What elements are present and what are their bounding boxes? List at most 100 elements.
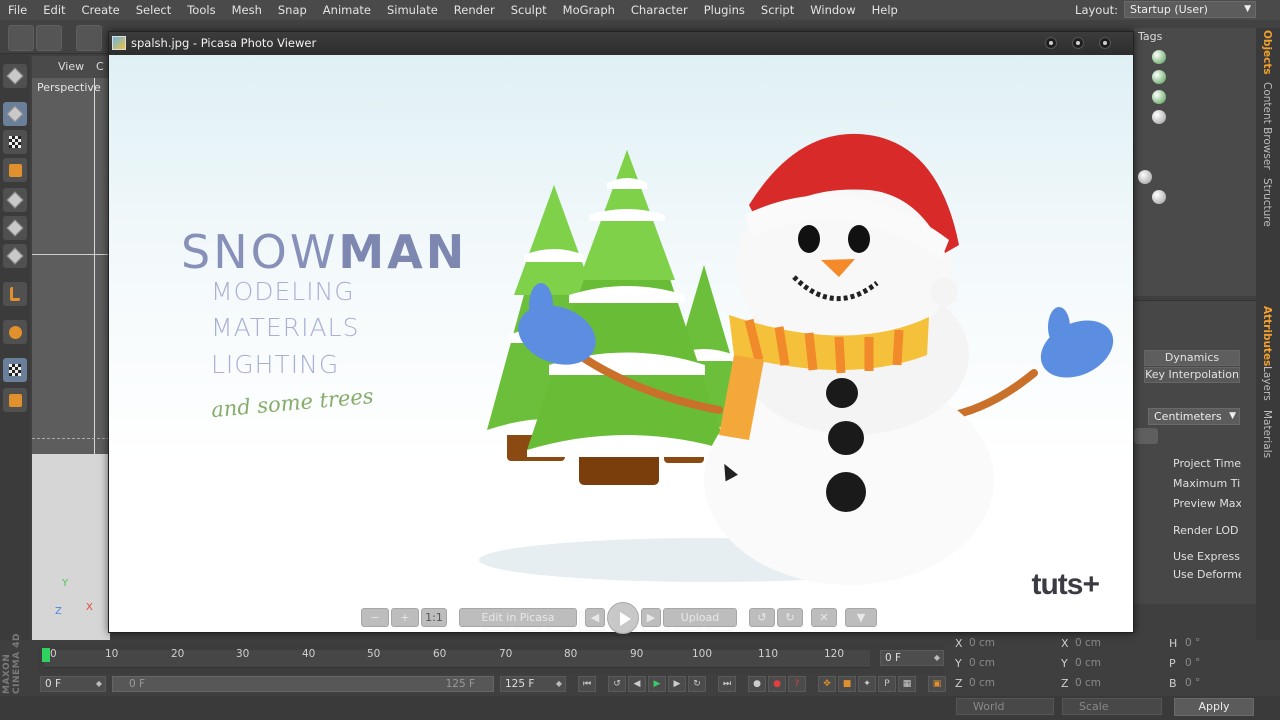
menu-snap[interactable]: Snap bbox=[270, 3, 315, 17]
magnet-button[interactable] bbox=[3, 320, 27, 344]
tab-structure[interactable]: Structure bbox=[1261, 178, 1273, 227]
menu-tools[interactable]: Tools bbox=[179, 3, 223, 17]
apply-button[interactable]: Apply bbox=[1174, 698, 1254, 716]
tags-menu[interactable]: Tags bbox=[1138, 30, 1162, 43]
units-select[interactable]: Centimeters ▼ bbox=[1148, 408, 1240, 425]
menu-script[interactable]: Script bbox=[753, 3, 802, 17]
previous-image-button[interactable]: ◀ bbox=[585, 608, 605, 627]
end-frame-field[interactable]: 125 F ◆ bbox=[500, 676, 566, 692]
tab-objects[interactable]: Objects bbox=[1261, 30, 1273, 75]
keyframe-selection-button[interactable]: ? bbox=[788, 676, 806, 692]
object-row[interactable] bbox=[1138, 108, 1248, 126]
menu-create[interactable]: Create bbox=[74, 3, 128, 17]
menu-mograph[interactable]: MoGraph bbox=[555, 3, 623, 17]
polygons-mode-button[interactable] bbox=[3, 244, 27, 268]
viewport-view-menu[interactable]: View bbox=[58, 60, 84, 73]
photo-canvas[interactable]: SNOWMAN MODELING MATERIALS LIGHTING and … bbox=[109, 55, 1133, 632]
next-image-button[interactable]: ▶ bbox=[641, 608, 661, 627]
perspective-viewport[interactable]: Perspective bbox=[32, 78, 110, 640]
menu-plugins[interactable]: Plugins bbox=[696, 3, 753, 17]
menu-select[interactable]: Select bbox=[128, 3, 179, 17]
previous-frame-button[interactable]: ◀ bbox=[628, 676, 646, 692]
rotation-key-button[interactable]: ✦ bbox=[858, 676, 876, 692]
coord-value[interactable]: 0 cm bbox=[969, 637, 995, 649]
menu-simulate[interactable]: Simulate bbox=[379, 3, 446, 17]
points-mode-button[interactable] bbox=[3, 188, 27, 212]
tab-layers[interactable]: Layers bbox=[1261, 366, 1273, 401]
menu-help[interactable]: Help bbox=[864, 3, 906, 17]
menu-animate[interactable]: Animate bbox=[315, 3, 379, 17]
tab-attributes[interactable]: Attributes bbox=[1261, 306, 1273, 366]
current-frame-field[interactable]: 0 F ◆ bbox=[880, 650, 944, 666]
select-tool-button[interactable] bbox=[76, 25, 102, 51]
object-row[interactable] bbox=[1138, 188, 1248, 206]
model-mode-button[interactable] bbox=[3, 64, 27, 88]
pla-key-button[interactable]: ▦ bbox=[898, 676, 916, 692]
edit-in-picasa-button[interactable]: Edit in Picasa bbox=[459, 608, 577, 627]
menu-edit[interactable]: Edit bbox=[35, 3, 73, 17]
go-to-end-button[interactable]: ⏭ bbox=[718, 676, 736, 692]
object-row[interactable] bbox=[1138, 68, 1248, 86]
coord-value[interactable]: 0 cm bbox=[1075, 657, 1101, 669]
timeline-playhead[interactable] bbox=[42, 648, 50, 662]
workplane-grid-button[interactable] bbox=[3, 358, 27, 382]
axis-mode-button[interactable] bbox=[3, 282, 27, 306]
fps-field[interactable] bbox=[1134, 428, 1158, 444]
more-options-button[interactable]: ▼ bbox=[845, 608, 877, 627]
layout-select[interactable]: Startup (User) ▼ bbox=[1124, 1, 1256, 18]
object-row[interactable] bbox=[1138, 88, 1248, 106]
coord-value[interactable]: 0 ° bbox=[1185, 677, 1200, 689]
dynamics-tab[interactable]: Dynamics bbox=[1144, 350, 1240, 366]
key-interpolation-tab[interactable]: Key Interpolation bbox=[1144, 367, 1240, 383]
coord-value[interactable]: 0 ° bbox=[1185, 657, 1200, 669]
previous-key-button[interactable]: ↺ bbox=[608, 676, 626, 692]
frame-range-slider[interactable]: 0 F 125 F bbox=[112, 676, 494, 692]
actual-size-button[interactable]: 1:1 bbox=[421, 608, 447, 627]
object-mode-button[interactable] bbox=[3, 102, 27, 126]
slideshow-play-button[interactable] bbox=[607, 602, 639, 634]
start-frame-field[interactable]: 0 F ◆ bbox=[40, 676, 106, 692]
menu-render[interactable]: Render bbox=[446, 3, 503, 17]
menu-window[interactable]: Window bbox=[802, 3, 863, 17]
workplane-button[interactable] bbox=[3, 158, 27, 182]
coord-value[interactable]: 0 cm bbox=[969, 677, 995, 689]
scale-key-button[interactable]: ■ bbox=[838, 676, 856, 692]
menu-mesh[interactable]: Mesh bbox=[224, 3, 270, 17]
coord-value[interactable]: 0 cm bbox=[1075, 677, 1101, 689]
sculpt-button[interactable] bbox=[3, 388, 27, 412]
upload-button[interactable]: Upload bbox=[663, 608, 737, 627]
play-button[interactable]: ▶ bbox=[648, 676, 666, 692]
delete-button[interactable]: ✕ bbox=[811, 608, 837, 627]
scheme-button[interactable]: ▣ bbox=[928, 676, 946, 692]
parameter-key-button[interactable]: P bbox=[878, 676, 896, 692]
object-row[interactable] bbox=[1138, 48, 1248, 66]
coord-value[interactable]: 0 cm bbox=[1075, 637, 1101, 649]
timeline-track[interactable] bbox=[44, 650, 870, 668]
redo-button[interactable] bbox=[36, 25, 62, 51]
menu-character[interactable]: Character bbox=[623, 3, 696, 17]
autokey-button[interactable]: ● bbox=[768, 676, 786, 692]
menu-sculpt[interactable]: Sculpt bbox=[503, 3, 555, 17]
go-to-start-button[interactable]: ⏮ bbox=[578, 676, 596, 692]
viewport-cameras-menu[interactable]: C bbox=[96, 60, 104, 73]
record-button[interactable]: ● bbox=[748, 676, 766, 692]
close-icon[interactable] bbox=[1099, 37, 1111, 49]
edges-mode-button[interactable] bbox=[3, 216, 27, 240]
rotate-right-button[interactable]: ↻ bbox=[777, 608, 803, 627]
position-key-button[interactable]: ✥ bbox=[818, 676, 836, 692]
picasa-titlebar[interactable]: spalsh.jpg - Picasa Photo Viewer bbox=[109, 32, 1133, 55]
tab-content-browser[interactable]: Content Browser bbox=[1261, 82, 1273, 170]
tab-materials[interactable]: Materials bbox=[1261, 410, 1273, 458]
zoom-out-button[interactable]: − bbox=[361, 608, 389, 627]
object-row[interactable] bbox=[1138, 168, 1248, 186]
minimize-icon[interactable] bbox=[1045, 37, 1057, 49]
undo-button[interactable] bbox=[8, 25, 34, 51]
rotate-left-button[interactable]: ↺ bbox=[749, 608, 775, 627]
coord-value[interactable]: 0 ° bbox=[1185, 637, 1200, 649]
texture-mode-button[interactable] bbox=[3, 130, 27, 154]
menu-file[interactable]: File bbox=[0, 3, 35, 17]
zoom-in-button[interactable]: + bbox=[391, 608, 419, 627]
size-mode-select[interactable]: Scale bbox=[1062, 698, 1162, 715]
maximize-icon[interactable] bbox=[1072, 37, 1084, 49]
coord-value[interactable]: 0 cm bbox=[969, 657, 995, 669]
